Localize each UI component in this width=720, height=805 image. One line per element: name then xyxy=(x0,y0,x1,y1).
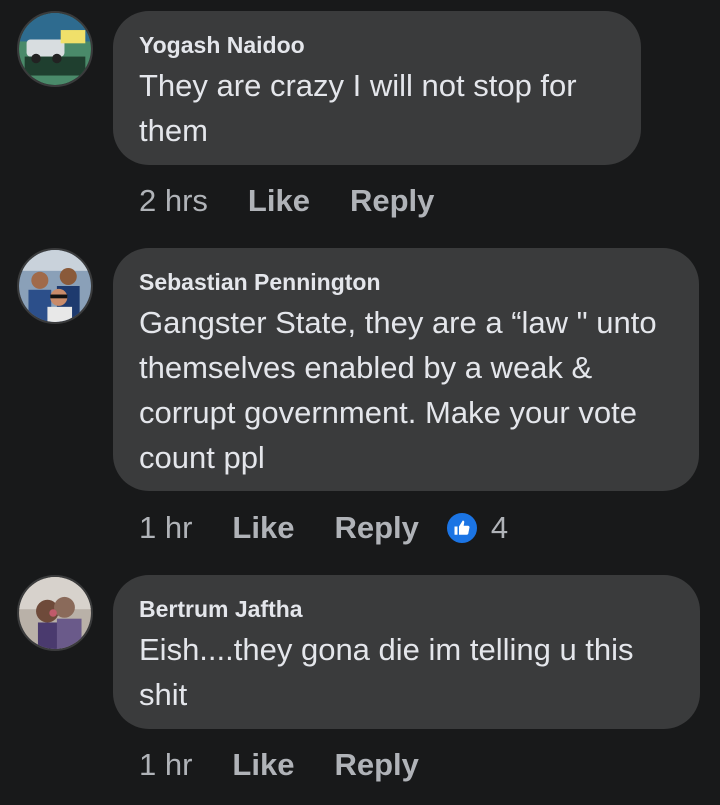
like-button[interactable]: Like xyxy=(248,183,310,219)
like-button[interactable]: Like xyxy=(232,510,294,546)
comment-bubble: Sebastian Pennington Gangster State, the… xyxy=(113,248,699,491)
comment-actions: 1 hr Like Reply xyxy=(139,745,459,785)
reaction-summary[interactable]: 4 xyxy=(444,510,509,546)
like-button[interactable]: Like xyxy=(232,747,294,783)
comment-text: Eish....they gona die im telling u this … xyxy=(139,632,634,712)
avatar-image xyxy=(19,250,91,322)
comment-actions: 2 hrs Like Reply xyxy=(139,181,474,221)
reply-button[interactable]: Reply xyxy=(334,747,418,783)
comment-text: Gangster State, they are a “law " unto t… xyxy=(139,305,657,475)
avatar[interactable] xyxy=(17,11,93,87)
comment-author[interactable]: Yogash Naidoo xyxy=(139,31,615,59)
comment-timestamp[interactable]: 1 hr xyxy=(139,747,192,783)
comment-actions: 1 hr Like Reply 4 xyxy=(139,508,508,548)
reaction-count: 4 xyxy=(490,510,509,545)
avatar-image xyxy=(19,13,91,85)
comment-author[interactable]: Sebastian Pennington xyxy=(139,268,673,296)
comment-text: They are crazy I will not stop for them xyxy=(139,68,577,148)
thumbs-up-icon xyxy=(444,511,479,545)
comment-bubble: Bertrum Jaftha Eish....they gona die im … xyxy=(113,575,700,729)
reply-button[interactable]: Reply xyxy=(350,183,434,219)
reply-button[interactable]: Reply xyxy=(334,510,418,546)
avatar[interactable] xyxy=(17,575,93,651)
comment-author[interactable]: Bertrum Jaftha xyxy=(139,595,674,623)
comment-timestamp[interactable]: 1 hr xyxy=(139,510,192,546)
avatar[interactable] xyxy=(17,248,93,324)
comment-bubble: Yogash Naidoo They are crazy I will not … xyxy=(113,11,641,165)
comment-timestamp[interactable]: 2 hrs xyxy=(139,183,208,219)
avatar-image xyxy=(19,577,91,649)
